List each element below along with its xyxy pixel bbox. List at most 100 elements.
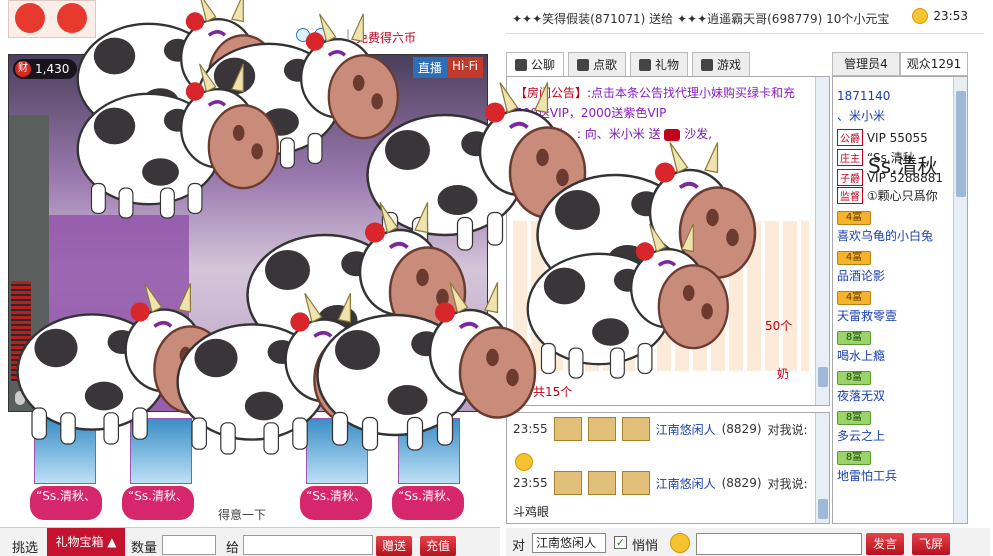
gift-icon	[639, 58, 652, 71]
scroll-thumb[interactable]	[956, 91, 966, 197]
level-badge: 8富	[837, 411, 871, 425]
level-badge: 8富	[837, 371, 871, 385]
gift-box-button[interactable]: 礼物宝箱 ▲	[47, 528, 125, 556]
gift-bar: 挑选 礼物宝箱 ▲ 数量 给 赠送 充值	[0, 527, 500, 556]
tab-games[interactable]: 游戏	[692, 52, 751, 76]
user-item[interactable]: 8富夜落无双	[837, 369, 955, 404]
private-scrollbar[interactable]	[815, 413, 829, 523]
user-name: 喝水上瘾	[837, 349, 886, 363]
public-chat-panel: 【房间公告】:点击本条公告找代理小妹购买绿卡和充 500送VIP，2000送紫色…	[506, 76, 830, 406]
user-item[interactable]: 4富 品酒论影	[837, 249, 955, 284]
gift-effect-grid	[513, 221, 809, 371]
notice-line2: 500送VIP，2000送紫色VIP	[515, 106, 667, 120]
mic-icon[interactable]	[15, 391, 25, 405]
chat-tabs: 公聊 点歌 礼物 游戏	[506, 52, 824, 76]
sender-id: (8829)	[721, 476, 762, 490]
user-name: 夜落无双	[837, 389, 886, 403]
scroll-thumb[interactable]	[818, 367, 828, 387]
gift-count-note: 50个	[765, 319, 793, 333]
user-item[interactable]: 4富喜欢乌龟的小白兔	[837, 209, 955, 244]
gift-slot[interactable]	[34, 418, 96, 484]
fly-screen-button[interactable]: 飞屏	[912, 533, 950, 555]
video-curtain	[49, 215, 189, 411]
level-badge: 4富	[837, 211, 871, 225]
gift-slot-label: “Ss.清秋、	[300, 486, 372, 520]
message-input[interactable]	[696, 533, 862, 555]
tab-song-request[interactable]: 点歌	[568, 52, 627, 76]
room-notice[interactable]: 【房间公告】:点击本条公告找代理小妹购买绿卡和充 500送VIP，2000送紫色…	[515, 83, 815, 123]
level-badge: 4富	[837, 291, 871, 305]
recharge-button[interactable]: 充值	[420, 536, 457, 556]
tab-label: 点歌	[593, 57, 618, 72]
level-badge: 8富	[837, 451, 871, 465]
gift-slot[interactable]	[130, 418, 192, 484]
tab-gifts[interactable]: 礼物	[630, 52, 689, 76]
gift-slot[interactable]	[398, 418, 460, 484]
user-item[interactable]: 8富地雷怕工兵	[837, 449, 955, 484]
chat-target-select[interactable]: 江南悠闲人	[532, 533, 606, 553]
user-list-scrollbar[interactable]	[953, 77, 967, 523]
gift-message-tail: 沙发,	[684, 127, 713, 141]
user-item[interactable]: 、米小米	[837, 107, 955, 124]
volume-meter	[11, 281, 31, 381]
gift-total-note: 共15个	[533, 385, 573, 399]
tab-label: 公聊	[531, 57, 556, 72]
tab-admins[interactable]: 管理员4	[832, 52, 900, 76]
recipient-input[interactable]	[243, 535, 373, 555]
marquee-time: 23:53	[933, 9, 968, 23]
medal-icon	[621, 417, 650, 441]
tab-public-chat[interactable]: 公聊	[506, 52, 565, 76]
level-badge: 4富	[837, 251, 871, 265]
hifi-label[interactable]: Hi-Fi	[446, 57, 483, 78]
user-item[interactable]: 公爵 VIP 55055	[837, 129, 955, 146]
whisper-checkbox[interactable]: ✓	[614, 536, 627, 549]
qq-icon[interactable]	[296, 28, 310, 42]
role-badge: 监督	[837, 187, 863, 204]
emoticon-icon[interactable]	[670, 533, 690, 553]
separator: |	[346, 28, 351, 42]
live-label: 直播	[412, 57, 447, 78]
notice-text: 点击本条公告找代理小妹购买绿卡和充	[591, 86, 796, 100]
tab-label: 游戏	[717, 57, 742, 72]
user-name: 喜欢乌龟的小白兔	[837, 229, 934, 243]
public-chat-icon	[515, 58, 527, 71]
send-button[interactable]: 发言	[866, 533, 904, 555]
gift-slot[interactable]	[306, 418, 368, 484]
to-label: 对	[512, 539, 526, 554]
gift-slot-label: “Ss.清秋、	[392, 486, 464, 520]
sender-name[interactable]: 江南悠闲人	[656, 421, 716, 438]
gift-marquee: ✦✦✦笑得假装(871071) 送给 ✦✦✦逍遥霸天哥(698779) 10个小…	[506, 0, 984, 34]
whisper-label: 悄悄	[632, 539, 659, 554]
live-video[interactable]: 财 1,430 直播 Hi-Fi	[8, 54, 488, 412]
quantity-input[interactable]	[162, 535, 216, 555]
give-button[interactable]: 赠送	[376, 536, 413, 556]
user-item[interactable]: 8富 喝水上瘾	[837, 329, 955, 364]
sender-name[interactable]: 江南悠闲人	[656, 475, 716, 492]
gift-slot-label: “Ss.清秋、	[30, 486, 102, 520]
user-list: 1871140 、米小米 公爵 VIP 55055 庄主 “Ss.清秋 子爵 V…	[832, 76, 968, 524]
gift-message-text: “Ss.清秋、: 向、米小米 送	[517, 127, 661, 141]
pick-label: 挑选	[12, 541, 39, 556]
user-item[interactable]: 1871140	[837, 89, 955, 103]
wealth-badge: 财 1,430	[13, 59, 78, 79]
medal-icon	[553, 417, 582, 441]
free-coins-link[interactable]: 免费得六币	[356, 29, 416, 46]
user-item[interactable]: 8富多云之上	[837, 409, 955, 444]
user-name: 多云之上	[837, 429, 886, 443]
user-item[interactable]: 监督 ①颗心只爲你	[837, 187, 955, 204]
tab-audience[interactable]: 观众1291	[900, 52, 968, 76]
message-suffix: 对我说:	[767, 422, 808, 437]
message-time: 23:55	[513, 422, 548, 436]
user-name: ①颗心只爲你	[866, 189, 938, 203]
medal-icon	[587, 471, 616, 495]
host-avatar[interactable]	[8, 0, 96, 38]
user-item[interactable]: 4富 天雷救零壹	[837, 289, 955, 324]
brag-button[interactable]: 得意一下	[218, 506, 266, 523]
user-name: 地雷怕工兵	[837, 469, 898, 483]
share-icon[interactable]	[314, 28, 328, 42]
header-icons	[296, 28, 328, 42]
fly-screen-text: Ss.清秋	[868, 154, 938, 178]
chat-scrollbar[interactable]	[815, 77, 829, 405]
notice-prefix: 【房间公告】:	[515, 86, 592, 100]
scroll-thumb[interactable]	[818, 499, 828, 519]
